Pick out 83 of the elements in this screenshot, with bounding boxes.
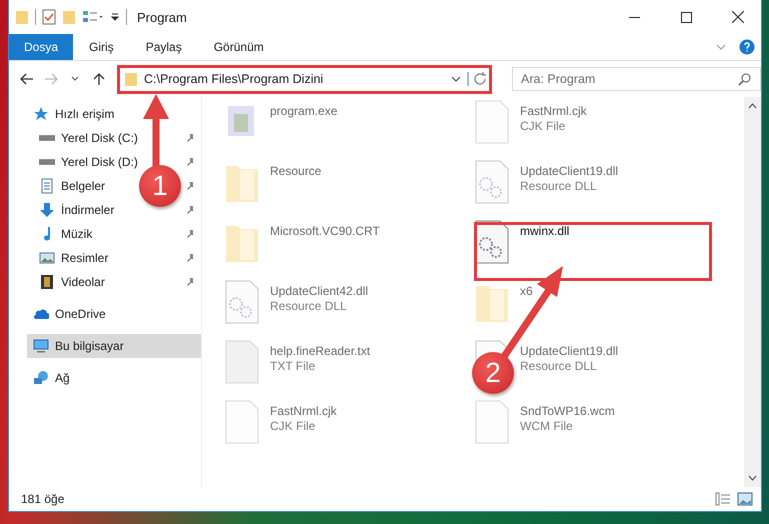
dropdown-icon[interactable] xyxy=(451,75,461,83)
search-field[interactable]: Ara: Program xyxy=(512,67,761,91)
properties-icon[interactable] xyxy=(42,9,56,25)
sidebar-item[interactable]: Yerel Disk (D:) xyxy=(61,155,138,169)
gear-file-icon xyxy=(474,220,510,264)
up-arrow-icon xyxy=(93,72,105,86)
file-type: Resource DLL xyxy=(520,359,598,373)
sidebar-item[interactable]: Yerel Disk (C:) xyxy=(61,131,138,145)
file-type: CJK File xyxy=(520,119,566,133)
pin-icon xyxy=(185,253,195,263)
chevron-down-icon xyxy=(71,76,79,82)
file-type: Resource DLL xyxy=(520,179,598,193)
scroll-up-icon[interactable] xyxy=(748,103,757,109)
drive-icon xyxy=(39,159,55,165)
selected-item-highlight[interactable]: Bu bilgisayar xyxy=(27,334,201,358)
forward-arrow-icon xyxy=(44,73,58,85)
star-icon xyxy=(33,106,49,122)
file-name[interactable]: UpdateClient19.dll xyxy=(520,164,618,178)
dropdown-icon[interactable] xyxy=(110,12,120,22)
sidebar-item[interactable]: Resimler xyxy=(61,251,108,265)
folder-icon xyxy=(124,71,138,87)
sidebar-item[interactable]: Belgeler xyxy=(61,179,106,193)
file-name[interactable]: program.exe xyxy=(270,104,338,118)
document-icon xyxy=(39,178,55,194)
pin-icon xyxy=(185,181,195,191)
close-icon xyxy=(732,11,744,23)
ribbon-tab[interactable]: Giriş xyxy=(73,34,130,60)
window-title: Program xyxy=(137,10,188,24)
file-type: TXT File xyxy=(270,359,316,373)
file-icon xyxy=(224,400,260,444)
file-name[interactable]: help.fineReader.txt xyxy=(270,344,370,358)
network-icon xyxy=(33,370,49,386)
folder-icon xyxy=(15,9,29,25)
music-note-icon xyxy=(43,227,51,241)
pin-icon xyxy=(185,133,195,143)
file-name[interactable]: FastNrml.cjk xyxy=(520,104,587,118)
file-name[interactable]: UpdateClient42.dll xyxy=(270,284,368,298)
file-type: CJK File xyxy=(270,419,316,433)
ribbon-tab[interactable]: Dosya xyxy=(9,34,74,60)
sidebar-item[interactable]: Müzik xyxy=(61,227,92,241)
sidebar-item[interactable]: İndirmeler xyxy=(61,203,114,217)
sidebar-item[interactable]: Ağ xyxy=(55,371,70,385)
pin-icon xyxy=(185,157,195,167)
refresh-icon[interactable] xyxy=(467,72,489,86)
minimize-icon xyxy=(628,16,640,18)
gear-file-icon xyxy=(224,280,260,324)
details-view-icon[interactable] xyxy=(715,492,731,506)
pin-icon xyxy=(185,229,195,239)
file-name[interactable]: FastNrml.cjk xyxy=(270,404,337,418)
drive-icon xyxy=(39,135,55,141)
maximize-icon xyxy=(680,12,692,22)
computer-icon xyxy=(33,338,49,354)
ribbon-tab[interactable]: Paylaş xyxy=(130,34,198,60)
ribbon-tab[interactable]: Görünüm xyxy=(198,34,280,60)
scroll-down-icon[interactable] xyxy=(748,475,757,481)
file-name[interactable]: Resource xyxy=(270,164,322,178)
download-icon xyxy=(39,202,55,218)
picture-icon xyxy=(39,250,55,266)
scrollbar[interactable] xyxy=(744,97,761,487)
file-icon xyxy=(474,100,510,144)
file-name[interactable]: Microsoft.VC90.CRT xyxy=(270,224,380,238)
file-icon xyxy=(474,400,510,444)
pin-icon xyxy=(185,205,195,215)
address-field[interactable]: C:\Program Files\Program Dizini xyxy=(117,64,492,94)
file-type: Resource DLL xyxy=(270,299,348,313)
file-name[interactable]: x6 xyxy=(520,284,533,298)
large-icons-view-icon[interactable] xyxy=(737,492,753,506)
gear-file-icon xyxy=(474,160,510,204)
file-name[interactable]: SndToWP16.wcm xyxy=(520,404,615,418)
file-name[interactable]: UpdateClient19.dll xyxy=(520,344,618,358)
back-arrow-icon xyxy=(20,73,34,85)
text-file-icon xyxy=(224,340,260,384)
file-type: WCM File xyxy=(520,419,574,433)
sidebar-item[interactable]: OneDrive xyxy=(55,307,106,321)
item-count: 181 öğe xyxy=(21,492,66,506)
sidebar-item[interactable]: Bu bilgisayar xyxy=(55,339,124,353)
file-name[interactable]: mwinx.dll xyxy=(520,224,570,238)
sidebar-item[interactable]: Videolar xyxy=(61,275,105,289)
pin-icon xyxy=(185,277,195,287)
view-options-icon[interactable] xyxy=(82,10,104,24)
film-icon xyxy=(39,274,55,290)
search-icon xyxy=(738,73,751,86)
sidebar-item[interactable]: Hızlı erişim xyxy=(55,107,114,121)
